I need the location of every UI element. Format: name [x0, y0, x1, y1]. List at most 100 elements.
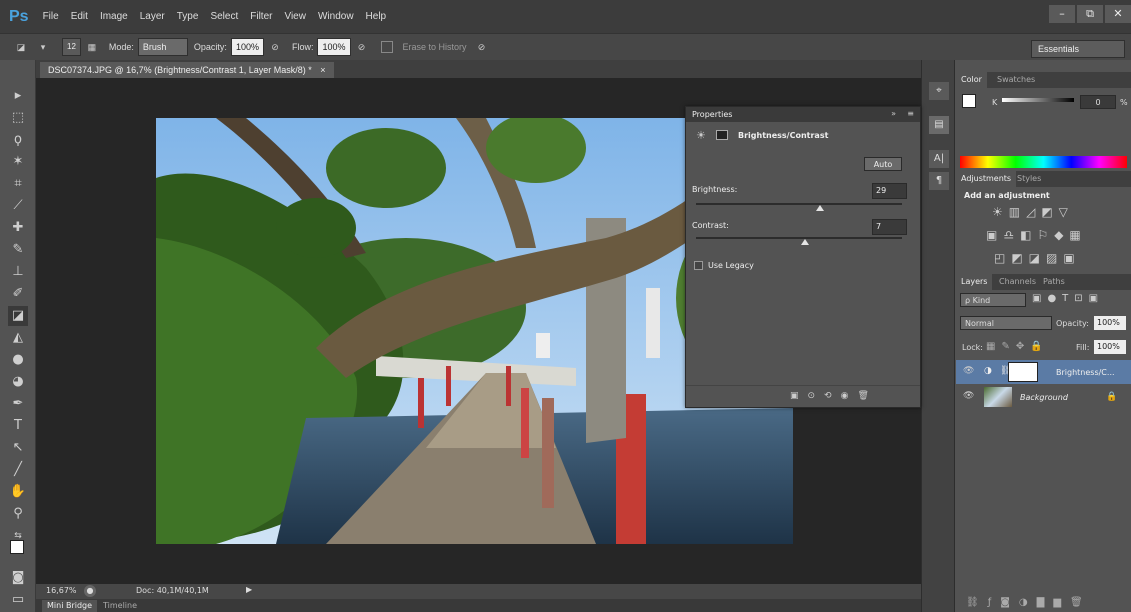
properties-title-bar[interactable]: Properties » ≡ — [686, 107, 920, 122]
layer-filter-kind[interactable]: ρ Kind — [960, 293, 1026, 307]
adjustment-icons-row-1[interactable]: ☀▥◿◩▽ — [992, 205, 1074, 219]
pressure-size-icon[interactable]: ⊘ — [475, 40, 489, 54]
chevron-down-icon[interactable]: ▾ — [36, 40, 50, 54]
tab-styles[interactable]: Styles — [1012, 171, 1046, 187]
crop-tool-icon[interactable]: ⌗ — [8, 174, 28, 194]
menu-filter[interactable]: Filter — [250, 11, 272, 22]
menu-edit[interactable]: Edit — [71, 11, 88, 22]
menu-view[interactable]: View — [284, 11, 306, 22]
menu-image[interactable]: Image — [100, 11, 128, 22]
layers-bottom-icons[interactable]: ⛓ƒ◙◑▇▆🗑 — [966, 597, 1092, 608]
status-menu-arrow-icon[interactable]: ▶ — [246, 585, 252, 594]
minimize-button[interactable]: – — [1049, 5, 1075, 23]
layer-name[interactable]: Background — [1020, 393, 1068, 402]
zoom-level[interactable]: 16,67% — [46, 586, 77, 595]
close-button[interactable]: ✕ — [1105, 5, 1131, 23]
history-panel-icon[interactable]: ⌖ — [929, 82, 949, 100]
pressure-opacity-icon[interactable]: ⊘ — [268, 40, 282, 54]
color-foreground-swatch[interactable] — [962, 94, 976, 108]
zoom-tool-icon[interactable]: ⚲ — [8, 504, 28, 524]
blur-tool-icon[interactable]: ● — [8, 350, 28, 370]
paragraph-panel-icon[interactable]: ¶ — [929, 172, 949, 190]
layer-row-background[interactable]: 👁 Background 🔒 — [956, 385, 1131, 409]
healing-tool-icon[interactable]: ✚ — [8, 218, 28, 238]
k-value-input[interactable]: 0 — [1080, 95, 1116, 109]
layer-name[interactable]: Brightness/C... — [1056, 368, 1115, 377]
tab-adjustments[interactable]: Adjustments — [956, 171, 1017, 187]
visibility-eye-icon[interactable]: 👁 — [963, 391, 975, 403]
tab-timeline[interactable]: Timeline — [98, 600, 142, 612]
menu-type[interactable]: Type — [177, 11, 199, 22]
tab-color[interactable]: Color — [956, 72, 987, 88]
eyedropper-tool-icon[interactable]: ⟋ — [8, 196, 28, 216]
shape-tool-icon[interactable]: ╱ — [8, 460, 28, 480]
fill-input[interactable]: 100% — [1094, 340, 1126, 354]
layer-image-thumbnail[interactable] — [984, 387, 1012, 407]
menu-window[interactable]: Window — [318, 11, 354, 22]
type-tool-icon[interactable]: T — [8, 416, 28, 436]
gradient-tool-icon[interactable]: ◭ — [8, 328, 28, 348]
layer-mask-thumbnail[interactable] — [1008, 362, 1038, 382]
mode-select[interactable]: Brush — [137, 38, 188, 56]
brightness-slider-track[interactable] — [696, 203, 902, 205]
collapse-icon[interactable]: » — [891, 109, 896, 118]
history-brush-tool-icon[interactable]: ✐ — [8, 284, 28, 304]
tab-channels[interactable]: Channels — [994, 274, 1041, 290]
brush-size-picker[interactable]: 12 — [62, 38, 81, 56]
lasso-tool-icon[interactable]: ϙ — [8, 130, 28, 150]
document-tab[interactable]: DSC07374.JPG @ 16,7% (Brightness/Contras… — [40, 62, 334, 78]
adjustment-icons-row-3[interactable]: ◰◩◪▨▣ — [994, 251, 1081, 265]
marquee-tool-icon[interactable]: ⬚ — [8, 108, 28, 128]
menu-select[interactable]: Select — [210, 11, 238, 22]
mask-icon[interactable] — [716, 130, 728, 140]
brightness-input[interactable]: 29 — [872, 183, 907, 199]
panel-menu-icon[interactable]: ≡ — [907, 109, 914, 118]
adjustment-icons-row-2[interactable]: ▣♎◧⚐◆▦ — [986, 228, 1087, 242]
contrast-slider-thumb[interactable] — [801, 239, 810, 245]
brush-panel-icon[interactable]: ▦ — [85, 40, 99, 54]
properties-footer-icons[interactable]: ▣⊙⟲◉🗑 — [790, 391, 878, 401]
menu-help[interactable]: Help — [366, 11, 387, 22]
quick-mask-icon[interactable]: ◙ — [8, 568, 28, 588]
tab-swatches[interactable]: Swatches — [992, 72, 1040, 88]
color-spectrum-bar[interactable] — [960, 156, 1127, 168]
character-panel-icon[interactable]: A| — [929, 150, 949, 168]
flow-input[interactable]: 100% — [317, 38, 351, 56]
pen-tool-icon[interactable]: ✒ — [8, 394, 28, 414]
contrast-input[interactable]: 7 — [872, 219, 907, 235]
layer-opacity-input[interactable]: 100% — [1094, 316, 1126, 330]
lock-icons[interactable]: ▦✎✥🔒 — [986, 341, 1049, 352]
properties-panel-icon[interactable]: ▤ — [929, 116, 949, 134]
foreground-color-swatch[interactable] — [10, 540, 24, 554]
blend-mode-select[interactable]: Normal — [960, 316, 1052, 330]
hand-tool-icon[interactable]: ✋ — [8, 482, 28, 502]
contrast-slider-track[interactable] — [696, 237, 902, 239]
brush-tool-icon[interactable]: ✎ — [8, 240, 28, 260]
quick-select-tool-icon[interactable]: ✶ — [8, 152, 28, 172]
restore-button[interactable]: ⧉ — [1077, 5, 1103, 23]
brightness-slider-thumb[interactable] — [815, 205, 824, 211]
dodge-tool-icon[interactable]: ◕ — [8, 372, 28, 392]
screen-mode-icon[interactable]: ▭ — [8, 590, 28, 610]
visibility-eye-icon[interactable]: 👁 — [963, 366, 975, 378]
move-tool-icon[interactable]: ▸ — [8, 86, 28, 106]
layer-filter-icons[interactable]: ▣●T⊡▣ — [1032, 293, 1104, 304]
path-select-tool-icon[interactable]: ↖ — [8, 438, 28, 458]
eraser-tool-icon[interactable]: ◪ — [8, 306, 28, 326]
tab-paths[interactable]: Paths — [1038, 274, 1070, 290]
tab-layers[interactable]: Layers — [956, 274, 993, 290]
menu-layer[interactable]: Layer — [140, 11, 165, 22]
workspace-select[interactable]: Essentials — [1031, 40, 1125, 58]
status-info-icon[interactable]: ● — [84, 585, 96, 597]
auto-button[interactable]: Auto — [864, 157, 902, 171]
opacity-input[interactable]: 100% — [230, 38, 264, 56]
tab-mini-bridge[interactable]: Mini Bridge — [42, 600, 98, 612]
airbrush-icon[interactable]: ⊘ — [355, 40, 369, 54]
menu-file[interactable]: File — [43, 11, 59, 22]
layer-row-brightness[interactable]: 👁 ◑ ⛓ Brightness/C... — [956, 360, 1131, 384]
eraser-icon[interactable]: ◪ — [14, 40, 28, 54]
use-legacy-checkbox[interactable] — [694, 261, 703, 270]
stamp-tool-icon[interactable]: ⊥ — [8, 262, 28, 282]
document-close-icon[interactable]: × — [320, 65, 325, 75]
k-slider[interactable] — [1002, 98, 1074, 102]
